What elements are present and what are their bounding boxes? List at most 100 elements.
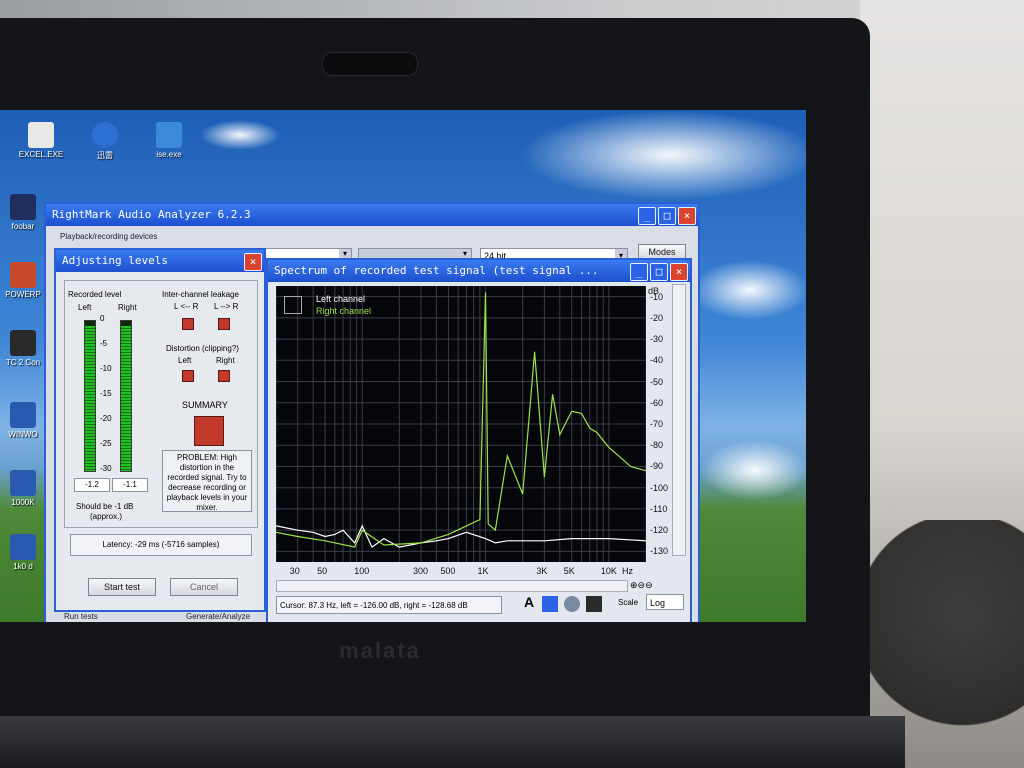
vertical-scrollbar[interactable] xyxy=(672,284,686,556)
latency-text: Latency: -29 ms (-5716 samples) xyxy=(70,534,252,556)
spectrum-titlebar[interactable]: Spectrum of recorded test signal (test s… xyxy=(268,260,690,282)
close-button[interactable]: × xyxy=(244,253,262,271)
level-scale-tick: -10 xyxy=(100,364,112,373)
leakage-label: Inter-channel leakage xyxy=(162,290,239,299)
dist-right-label: Right xyxy=(216,356,235,365)
leak-left-indicator xyxy=(182,318,194,330)
y-tick-label: -80 xyxy=(650,440,664,451)
approx-label: (approx.) xyxy=(90,512,123,521)
recorded-level-label: Recorded level xyxy=(68,290,122,299)
laptop-base xyxy=(0,716,905,768)
y-tick-label: -70 xyxy=(650,419,664,429)
minimize-button[interactable]: _ xyxy=(638,207,656,225)
desktop-icon-thunder[interactable]: 迅雷 xyxy=(70,122,140,161)
run-tests-label: Run tests xyxy=(64,612,98,621)
left-level-fill xyxy=(85,325,95,471)
settings-icon[interactable] xyxy=(542,596,558,612)
x-tick-label: 1K xyxy=(477,566,489,576)
cancel-button[interactable]: Cancel xyxy=(170,578,238,596)
summary-label: SUMMARY xyxy=(182,400,228,410)
excel-icon xyxy=(28,122,54,148)
foobar-icon xyxy=(10,194,36,220)
level-scale-tick: -15 xyxy=(100,389,112,398)
spectrum-title: Spectrum of recorded test signal (test s… xyxy=(274,264,599,277)
font-button[interactable]: A xyxy=(524,594,534,610)
level-scale-tick: -30 xyxy=(100,464,112,473)
laptop-brand-logo: malata xyxy=(339,638,421,663)
y-tick-label: -50 xyxy=(650,376,664,387)
y-tick-label: -110 xyxy=(650,503,668,514)
y-tick-label: -40 xyxy=(650,355,664,366)
tc-icon xyxy=(10,330,36,356)
legend-left: Left channel xyxy=(316,294,366,304)
should-be-label: Should be -1 dB xyxy=(76,502,134,511)
cloud xyxy=(690,260,806,320)
zoom-controls[interactable]: ⊕⊖⊖ xyxy=(630,580,653,591)
start-test-button[interactable]: Start test xyxy=(88,578,156,596)
scale-select[interactable]: Log xyxy=(646,594,684,610)
dist-left-label: Left xyxy=(178,356,192,365)
level-scale-tick: -25 xyxy=(100,439,112,448)
spectrum-plot-area[interactable]: Left channel Right channel xyxy=(275,286,647,562)
legend-right: Right channel xyxy=(316,306,372,316)
summary-indicator xyxy=(194,416,224,446)
word-icon xyxy=(10,402,36,428)
webcam xyxy=(322,52,418,76)
y-tick-label: -100 xyxy=(650,482,669,493)
main-title: RightMark Audio Analyzer 6.2.3 xyxy=(52,208,251,221)
cloud xyxy=(200,120,280,150)
adjusting-levels-window: Adjusting levels × Recorded level Left R… xyxy=(54,248,266,612)
x-tick-label: 50 xyxy=(317,566,328,576)
legend-icon xyxy=(284,296,302,314)
maximize-button[interactable]: □ xyxy=(650,263,668,281)
ise-icon xyxy=(156,122,182,148)
x-tick-label: 30 xyxy=(289,566,300,576)
y-tick-label: -10 xyxy=(650,291,664,302)
levels-title: Adjusting levels xyxy=(62,254,168,267)
y-tick-label: -120 xyxy=(650,525,669,536)
right-level-meter xyxy=(120,320,132,472)
x-tick-label: 3K xyxy=(536,566,548,576)
generate-analyze-label: Generate/Analyze xyxy=(186,612,251,621)
left-label: Left xyxy=(78,303,92,312)
y-tick-label: -90 xyxy=(650,461,664,472)
right-level-value: -1.1 xyxy=(112,478,148,492)
leak-right-indicator xyxy=(218,318,230,330)
desktop-icon-ise[interactable]: ise.exe xyxy=(134,122,204,159)
level-scale-tick: 0 xyxy=(100,314,105,323)
dist-left-indicator xyxy=(182,370,194,382)
x-tick-label: 10K xyxy=(600,566,617,576)
document-icon xyxy=(10,470,36,496)
right-label: Right xyxy=(118,303,137,312)
leak-l-label: L <-- R xyxy=(174,302,199,311)
main-titlebar[interactable]: RightMark Audio Analyzer 6.2.3 _ □ × xyxy=(46,204,698,226)
spectrum-chart xyxy=(275,286,647,562)
x-tick-label: 300 xyxy=(413,566,429,576)
powerpoint-icon xyxy=(10,262,36,288)
spectrum-window: Spectrum of recorded test signal (test s… xyxy=(266,258,692,622)
x-tick-label: 5K xyxy=(563,566,575,576)
left-level-value: -1.2 xyxy=(74,478,110,492)
hz-unit: Hz xyxy=(622,566,633,576)
y-tick-label: -30 xyxy=(650,334,664,345)
level-scale-tick: -20 xyxy=(100,414,112,423)
right-level-fill xyxy=(121,325,131,471)
thunder-icon xyxy=(92,122,118,148)
horizontal-scrollbar[interactable] xyxy=(276,580,628,592)
cursor-status: Cursor: 87.3 Hz, left = -126.00 dB, righ… xyxy=(276,596,502,614)
levels-titlebar[interactable]: Adjusting levels × xyxy=(56,250,264,272)
x-tick-label: 500 xyxy=(440,566,456,576)
search-icon[interactable] xyxy=(564,596,580,612)
maximize-button[interactable]: □ xyxy=(658,207,676,225)
document-icon xyxy=(10,534,36,560)
y-tick-label: -60 xyxy=(650,397,664,408)
desktop-screen: EXCEL.EXE 迅雷 ise.exe foobar POWERP TC 2 … xyxy=(0,110,806,622)
save-icon[interactable] xyxy=(586,596,602,612)
problem-text: PROBLEM: High distortion in the recorded… xyxy=(162,450,252,512)
close-button[interactable]: × xyxy=(678,207,696,225)
desktop-icon-excel[interactable]: EXCEL.EXE xyxy=(6,122,76,159)
level-scale-tick: -5 xyxy=(100,339,108,348)
close-button[interactable]: × xyxy=(670,263,688,281)
minimize-button[interactable]: _ xyxy=(630,263,648,281)
leak-r-label: L --> R xyxy=(214,302,239,311)
